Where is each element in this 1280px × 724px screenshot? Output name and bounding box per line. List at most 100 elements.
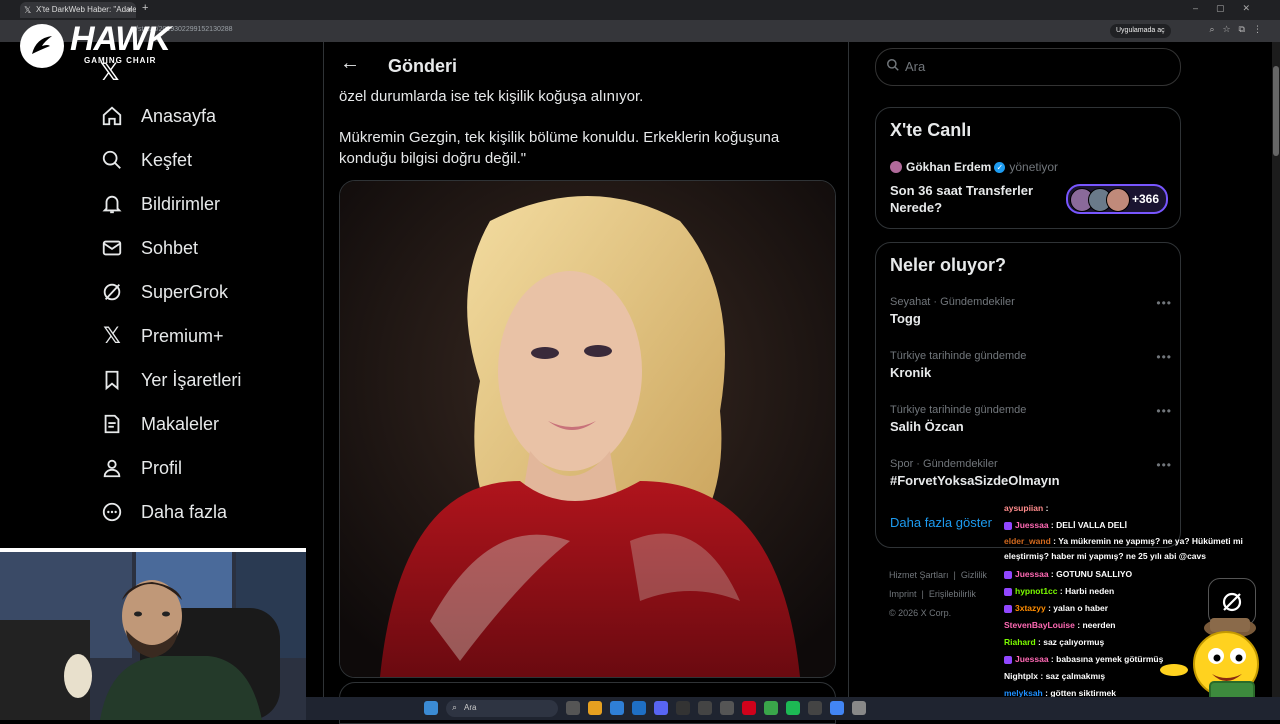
trend-item[interactable]: Türkiye tarihinde gündemde Salih Özcan •…	[890, 404, 1180, 434]
hawk-logo-icon	[20, 24, 64, 68]
article-icon	[100, 412, 124, 436]
more-icon[interactable]: •••	[1156, 296, 1172, 310]
sidebar-item-label: Bildirimler	[141, 193, 221, 214]
sidebar-item-premium[interactable]: 𝕏 Premium+	[100, 316, 300, 356]
live-card-title: X'te Canlı	[890, 120, 972, 140]
footer-imprint-link[interactable]: Imprint	[889, 589, 917, 599]
live-card[interactable]: X'te Canlı Gökhan Erdem ✓ yönetiyor Son …	[875, 107, 1181, 229]
chat-text: saz çalıyormuş	[1043, 637, 1105, 647]
obs-icon[interactable]	[676, 701, 690, 715]
trend-meta: Seyahat · Gündemdekiler	[890, 296, 1015, 308]
chat-username: hypnot1cc	[1015, 586, 1058, 596]
edge-icon[interactable]	[610, 701, 624, 715]
chat-badge-icon	[1004, 521, 1012, 530]
bell-icon	[100, 192, 124, 216]
sidebar-item-articles[interactable]: Makaleler	[100, 404, 300, 444]
browser-tab-bar: 𝕏 X'te DarkWeb Haber: "Adalet B × + –▢✕	[0, 0, 1280, 20]
chat-text: saz çalmakmış	[1045, 671, 1106, 681]
trend-item[interactable]: Seyahat · Gündemdekiler Togg •••	[890, 296, 1180, 326]
mail-icon	[100, 236, 124, 260]
post-header: ← Gönderi	[324, 42, 848, 90]
store-icon[interactable]	[632, 701, 646, 715]
discord-icon[interactable]	[654, 701, 668, 715]
sidebar-item-home[interactable]: Anasayfa	[100, 96, 300, 136]
footer-privacy-link[interactable]: Gizlilik	[961, 570, 987, 580]
post-image[interactable]	[339, 180, 836, 678]
footer-terms-link[interactable]: Hizmet Şartları	[889, 570, 949, 580]
sidebar-item-explore[interactable]: Keşfet	[100, 140, 300, 180]
sidebar-item-supergrok[interactable]: SuperGrok	[100, 272, 300, 312]
browser-toolbar-icons[interactable]: ⌕☆⧉⋮	[1209, 24, 1270, 35]
footer-accessibility-link[interactable]: Erişilebilirlik	[929, 589, 976, 599]
scrollbar-thumb[interactable]	[1273, 66, 1279, 156]
chat-badge-icon	[1004, 655, 1012, 664]
taskview-icon[interactable]	[566, 701, 580, 715]
trend-meta: Türkiye tarihinde gündemde	[890, 350, 1027, 362]
person-icon	[100, 456, 124, 480]
chat-username: StevenBayLouise	[1004, 620, 1075, 630]
avatar	[890, 161, 902, 173]
post-text-line: Mükremin Gezgin, tek kişilik bölüme konu…	[339, 129, 780, 167]
windows-start-icon[interactable]	[424, 701, 438, 715]
chat-username: aysupiian	[1004, 503, 1044, 513]
more-icon[interactable]: •••	[1156, 350, 1172, 364]
avatar	[1106, 188, 1130, 212]
search-input[interactable]: Ara	[875, 48, 1181, 86]
app-icon[interactable]	[764, 701, 778, 715]
app-icon[interactable]	[720, 701, 734, 715]
chat-username: Juessaa	[1015, 569, 1049, 579]
sidebar-item-messages[interactable]: Sohbet	[100, 228, 300, 268]
browser-tab[interactable]: 𝕏 X'te DarkWeb Haber: "Adalet B ×	[20, 2, 136, 18]
spotify-icon[interactable]	[786, 701, 800, 715]
window-controls[interactable]: –▢✕	[1193, 3, 1268, 14]
post-column: özel durumlarda ise tek kişilik koğuşa a…	[323, 42, 849, 724]
chat-text: Harbi neden	[1065, 586, 1115, 596]
sidebar-item-notifications[interactable]: Bildirimler	[100, 184, 300, 224]
sidebar-item-label: Makaleler	[141, 413, 220, 434]
chat-message: aysupiian :	[1004, 503, 1049, 513]
live-host: Gökhan Erdem ✓ yönetiyor	[890, 160, 1058, 174]
file-explorer-icon[interactable]	[588, 701, 602, 715]
sidebar-item-profile[interactable]: Profil	[100, 448, 300, 488]
trend-meta: Spor · Gündemdekiler	[890, 458, 998, 470]
sidebar-item-label: Premium+	[141, 325, 224, 346]
logo-title: HAWK	[70, 20, 171, 58]
sidebar-item-bookmarks[interactable]: Yer İşaretleri	[100, 360, 300, 400]
tab-close-icon[interactable]: ×	[127, 2, 132, 18]
tab-title: X'te DarkWeb Haber: "Adalet B	[36, 5, 136, 14]
app-icon[interactable]	[698, 701, 712, 715]
back-arrow-icon[interactable]: ←	[340, 52, 360, 75]
chat-badge-icon	[1004, 587, 1012, 596]
taskbar-search-input[interactable]: ⌕ Ara	[446, 700, 558, 717]
x-logo-icon[interactable]: 𝕏	[100, 58, 119, 87]
chat-message: hypnot1cc : Harbi neden	[1004, 583, 1280, 600]
address-bar[interactable]: /status/2019302299152130288 Uygulamada a…	[0, 20, 1280, 42]
chat-username: Riahard	[1004, 637, 1036, 647]
sidebar-item-more[interactable]: Daha fazla	[100, 492, 300, 532]
page-title: Gönderi	[388, 56, 458, 76]
search-icon	[100, 148, 124, 172]
listener-count: +366	[1132, 192, 1160, 206]
sidebar-item-label: Daha fazla	[141, 501, 228, 522]
sidebar-item-label: Profil	[141, 457, 183, 478]
bookmark-icon	[100, 368, 124, 392]
app-icon[interactable]	[852, 701, 866, 715]
show-more-link[interactable]: Daha fazla göster	[890, 515, 992, 530]
trend-item[interactable]: Türkiye tarihinde gündemde Kronik •••	[890, 350, 1180, 380]
app-icon[interactable]	[742, 701, 756, 715]
trend-item[interactable]: Spor · Gündemdekiler #ForvetYoksaSizdeOl…	[890, 458, 1180, 488]
chat-text: babasına yemek götürmüş	[1056, 654, 1164, 664]
chrome-icon[interactable]	[830, 701, 844, 715]
open-in-app-button[interactable]: Uygulamada aç	[1110, 24, 1171, 38]
live-listeners-pill[interactable]: +366	[1066, 184, 1168, 214]
sidebar-item-label: Yer İşaretleri	[141, 369, 242, 390]
chat-message: Juessaa : GOTUNU SALLIYO	[1004, 566, 1280, 583]
chat-username: 3xtazyy	[1015, 603, 1046, 613]
new-tab-icon[interactable]: +	[142, 2, 148, 14]
more-icon[interactable]: •••	[1156, 458, 1172, 472]
sidebar-item-label: Sohbet	[141, 237, 199, 258]
trend-name: Togg	[890, 311, 921, 326]
app-icon[interactable]	[808, 701, 822, 715]
webcam-feed	[0, 548, 306, 720]
more-icon[interactable]: •••	[1156, 404, 1172, 418]
